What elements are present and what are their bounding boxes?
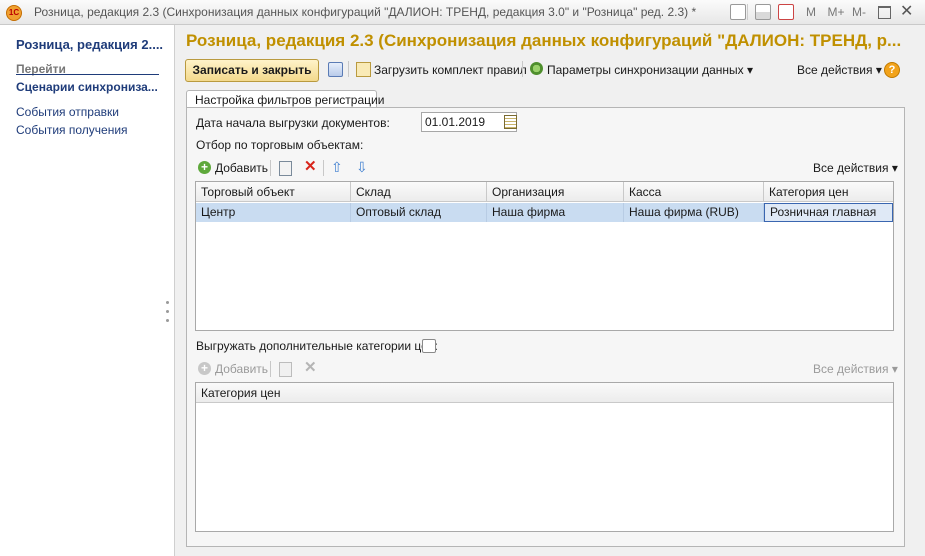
window-title: Розница, редакция 2.3 (Синхронизация дан… (34, 5, 697, 19)
window-title-bar: 1C Розница, редакция 2.3 (Синхронизация … (0, 0, 925, 25)
sidebar: Розница, редакция 2.... Перейти Сценарии… (0, 25, 175, 556)
sidebar-item-receive-events[interactable]: События получения (16, 123, 128, 137)
column-header[interactable]: Категория цен (764, 182, 893, 202)
table2-all-actions-menu[interactable]: Все действия ▾ (813, 362, 898, 376)
sync-settings-icon[interactable] (530, 62, 543, 75)
date-value: 01.01.2019 (425, 115, 486, 129)
column-header[interactable]: Торговый объект (196, 182, 351, 202)
column-header[interactable]: Категория цен (196, 383, 893, 403)
copy-icon[interactable] (279, 362, 292, 377)
main-form: Розница, редакция 2.3 (Синхронизация дан… (175, 25, 925, 556)
add-icon[interactable]: + (198, 362, 211, 375)
divider (270, 361, 271, 377)
table-cell[interactable]: Оптовый склад (351, 203, 487, 222)
load-rules-icon[interactable] (356, 62, 371, 77)
filter-label: Отбор по торговым объектам: (196, 138, 364, 152)
table-row[interactable]: Центр Оптовый склад Наша фирма Наша фирм… (196, 203, 893, 222)
trade-objects-table[interactable]: Торговый объект Склад Организация Касса … (195, 181, 894, 331)
close-icon[interactable]: ✕ (900, 1, 913, 21)
add-button[interactable]: Добавить (215, 161, 268, 175)
column-header[interactable]: Склад (351, 182, 487, 202)
chevron-down-icon: ▾ (891, 362, 898, 376)
app-logo-icon[interactable]: 1C (6, 5, 22, 21)
copy-icon[interactable] (279, 161, 292, 176)
sync-params-button[interactable]: Параметры синхронизации данных ▾ (547, 63, 753, 77)
sidebar-item-send-events[interactable]: События отправки (16, 105, 119, 119)
table-cell-active[interactable]: Розничная главная (764, 203, 893, 222)
calendar-icon[interactable] (778, 4, 794, 20)
divider (16, 74, 159, 75)
divider (747, 4, 748, 20)
divider (270, 160, 271, 176)
maximize-icon[interactable] (878, 6, 891, 19)
memory-m-button[interactable]: M (802, 3, 820, 21)
add-button-disabled[interactable]: Добавить (215, 362, 268, 376)
column-header[interactable]: Касса (624, 182, 764, 202)
chevron-down-icon: ▾ (747, 63, 754, 77)
calendar-picker-icon[interactable] (503, 113, 517, 129)
column-header[interactable]: Организация (487, 182, 624, 202)
memory-mplus-button[interactable]: M+ (824, 3, 848, 21)
table-cell[interactable]: Центр (196, 203, 351, 222)
divider (522, 61, 523, 77)
table-cell[interactable]: Наша фирма (487, 203, 624, 222)
sync-params-label: Параметры синхронизации данных (547, 63, 744, 77)
chevron-down-icon: ▾ (875, 63, 882, 77)
price-categories-table[interactable]: Категория цен (195, 382, 894, 532)
add-icon[interactable]: + (198, 161, 211, 174)
sidebar-title[interactable]: Розница, редакция 2.... (16, 37, 163, 52)
chevron-down-icon: ▾ (891, 161, 898, 175)
divider (348, 61, 349, 77)
calculator-icon[interactable] (755, 4, 771, 20)
save-and-close-button[interactable]: Записать и закрыть (185, 59, 319, 82)
resize-handle[interactable] (166, 301, 170, 329)
document-icon[interactable] (730, 4, 746, 20)
all-actions-label: Все действия (813, 161, 889, 175)
move-up-icon[interactable]: ⇧ (331, 159, 343, 176)
delete-icon[interactable]: ✕ (304, 358, 317, 376)
sidebar-item-current[interactable]: Сценарии синхрониза... (16, 80, 158, 94)
tab-registration-filters[interactable]: Настройка фильтров регистрации (186, 90, 384, 108)
delete-icon[interactable]: ✕ (304, 157, 317, 175)
move-down-icon[interactable]: ⇩ (356, 159, 368, 176)
extra-categories-checkbox[interactable] (422, 339, 436, 353)
date-label: Дата начала выгрузки документов: (196, 116, 390, 130)
load-rules-button[interactable]: Загрузить комплект правил (374, 63, 527, 77)
all-actions-menu[interactable]: Все действия ▾ (797, 63, 882, 77)
divider (323, 160, 324, 176)
save-icon[interactable] (328, 62, 343, 77)
table1-all-actions-menu[interactable]: Все действия ▾ (813, 161, 898, 175)
form-title: Розница, редакция 2.3 (Синхронизация дан… (186, 31, 902, 50)
help-icon[interactable]: ? (884, 62, 900, 78)
memory-mminus-button[interactable]: M- (848, 3, 870, 21)
extra-categories-label: Выгружать дополнительные категории цен: (196, 339, 438, 353)
table-cell[interactable]: Наша фирма (RUB) (624, 203, 764, 222)
all-actions-label: Все действия (813, 362, 889, 376)
all-actions-label: Все действия (797, 63, 873, 77)
